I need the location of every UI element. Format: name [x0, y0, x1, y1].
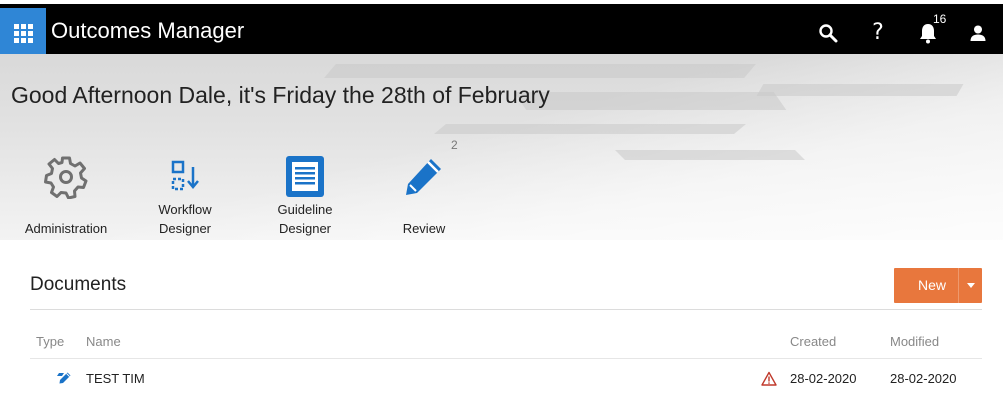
- document-modified-date: 28-02-2020: [890, 371, 957, 386]
- user-icon: [970, 25, 986, 41]
- pencil-icon: [406, 159, 441, 195]
- column-header-type[interactable]: Type: [36, 334, 64, 349]
- tile-administration[interactable]: Administration: [6, 150, 126, 240]
- column-header-name[interactable]: Name: [86, 334, 121, 349]
- tile-review[interactable]: 2 Review: [364, 138, 484, 240]
- help-button[interactable]: ?: [853, 8, 903, 58]
- tile-review-label: Review: [402, 221, 446, 236]
- new-dropdown-toggle[interactable]: [958, 268, 982, 303]
- top-bar: Outcomes Manager ? 16: [0, 0, 1003, 58]
- tile-guideline-designer-label-line1: Guideline: [277, 202, 333, 217]
- hero-banner: Good Afternoon Dale, it's Friday the 28t…: [0, 54, 1003, 240]
- tile-workflow-designer-label-line2: Designer: [158, 221, 212, 236]
- chevron-down-icon: [966, 283, 975, 288]
- documents-header: Documents New: [30, 266, 982, 310]
- app-launcher-icon: [13, 23, 33, 43]
- table-row[interactable]: TEST TIM 28-02-2020 28-02-2020: [30, 359, 982, 397]
- documents-table: Type Name Created Modified TEST TIM 28-0…: [30, 328, 982, 397]
- tile-administration-label: Administration: [24, 221, 108, 236]
- app-launcher-button[interactable]: [0, 8, 46, 58]
- column-header-modified[interactable]: Modified: [890, 334, 939, 349]
- greeting-heading: Good Afternoon Dale, it's Friday the 28t…: [11, 82, 550, 108]
- warning-icon: [761, 371, 777, 386]
- document-name[interactable]: TEST TIM: [86, 371, 145, 386]
- tile-guideline-designer-label-line2: Designer: [278, 221, 332, 236]
- new-button-label: New: [917, 277, 946, 293]
- document-icon: [286, 156, 324, 197]
- notifications-button[interactable]: 16: [903, 8, 953, 58]
- tile-workflow-designer-label-line1: Workflow: [158, 202, 212, 217]
- search-icon: [819, 24, 838, 43]
- review-count-badge: 2: [451, 138, 458, 152]
- documents-title: Documents: [30, 274, 127, 295]
- new-button[interactable]: New: [894, 268, 982, 303]
- document-created-date: 28-02-2020: [790, 371, 857, 386]
- notification-count: 16: [933, 12, 947, 26]
- tile-workflow-designer[interactable]: Workflow Designer: [125, 150, 245, 240]
- column-header-created[interactable]: Created: [790, 334, 836, 349]
- top-icons: ? 16: [803, 8, 1003, 58]
- next-row-icon-partial: [57, 373, 64, 376]
- gear-icon: [44, 156, 88, 199]
- workflow-icon: [171, 160, 199, 191]
- app-title: Outcomes Manager: [51, 18, 245, 43]
- table-header-row: Type Name Created Modified: [30, 328, 982, 359]
- help-icon: ?: [872, 20, 884, 45]
- search-button[interactable]: [803, 8, 853, 58]
- user-menu-button[interactable]: [953, 8, 1003, 58]
- tile-guideline-designer[interactable]: Guideline Designer: [245, 150, 365, 240]
